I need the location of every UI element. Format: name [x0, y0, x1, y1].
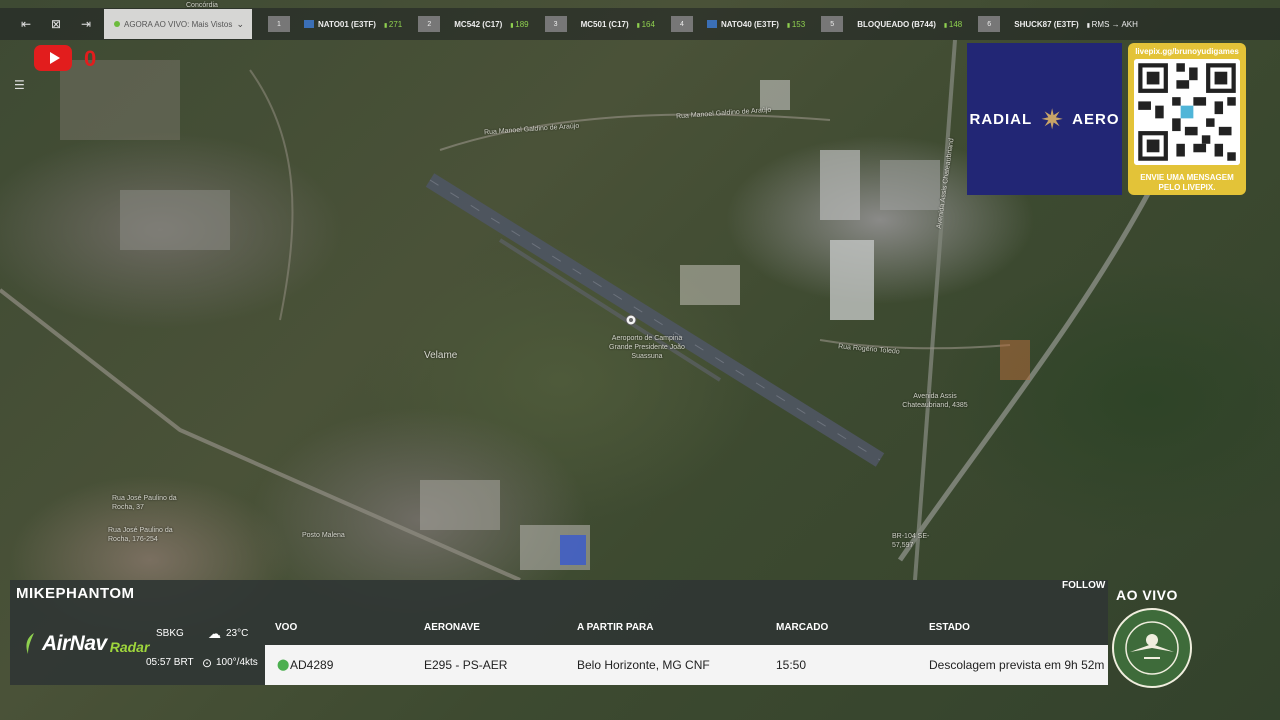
weather-cloud-icon: ☁: [208, 626, 221, 641]
chevron-down-icon: ⌄: [236, 18, 244, 29]
live-label: AO VIVO: [1116, 587, 1178, 603]
qr-code-icon: [1134, 59, 1240, 165]
channel-name: MIKEPHANTOM: [16, 585, 135, 602]
cell-aircraft: E295 - PS-AER: [424, 658, 508, 672]
next-icon[interactable]: ⇥: [72, 10, 100, 38]
qr-message: ENVIE UMA MENSAGEM PELO LIVEPIX.: [1140, 173, 1234, 192]
slot-score: 148: [944, 20, 962, 29]
slot-name: BLOQUEADO (B744): [857, 19, 936, 29]
slot-name: MC501 (C17): [580, 19, 629, 29]
livepix-qr-card[interactable]: livepix.gg/brunoyudigames ENVIE UMA MENS…: [1128, 43, 1246, 195]
cell-scheduled: 15:50: [776, 658, 807, 672]
map-label-street: Rua José Paulino da Rocha, 37: [112, 495, 177, 511]
airplane-icon: [304, 20, 314, 28]
header-aircraft: AERONAVE: [424, 622, 480, 633]
slot-name: NATO01 (E3TF): [318, 19, 376, 29]
cell-route: Belo Horizonte, MG CNF: [577, 658, 710, 672]
local-time: 05:57 BRT: [146, 657, 194, 668]
cell-flight: AD4289: [290, 658, 334, 672]
brand-main: AirNav: [42, 632, 107, 655]
live-selector[interactable]: AGORA AO VIVO: Mais Vistos ⌄: [104, 9, 252, 39]
slot-name: NATO40 (E3TF): [720, 19, 779, 29]
slot-score: 271: [384, 20, 402, 29]
leaderboard-slot[interactable]: 2 MC542 (C17) 189: [418, 16, 529, 32]
airnav-leaf-icon: [26, 633, 34, 654]
slot-route: RMS → AKH: [1087, 20, 1138, 29]
youtube-icon[interactable]: [34, 45, 72, 71]
slot-rank: 2: [418, 16, 441, 32]
top-bar: ⇤ ⊠ ⇥ AGORA AO VIVO: Mais Vistos ⌄ 1 NAT…: [0, 8, 1280, 40]
slot-name: SHUCK87 (E3TF): [1014, 19, 1079, 29]
sponsor-brand-right: AERO: [1072, 110, 1120, 128]
leaderboard-slot[interactable]: 5 BLOQUEADO (B744) 148: [821, 16, 962, 32]
leaderboard-slot[interactable]: 3 MC501 (C17) 164: [544, 16, 655, 32]
slot-rank: 4: [670, 16, 693, 32]
slot-rank: 1: [268, 16, 290, 32]
flight-info-panel: MIKEPHANTOM FOLLOW AirNav Radar SBKG 05:…: [10, 580, 1108, 685]
live-dot-icon: [114, 21, 120, 27]
youtube-counter: 0: [84, 46, 97, 71]
map-label-avenue: Avenida Assis Chateaubriand, 4385: [902, 393, 968, 409]
compass-star-icon: ✷: [1040, 102, 1064, 136]
slot-score: 153: [787, 20, 805, 29]
slot-score: 189: [510, 20, 528, 29]
sponsor-brand-left: RADIAL: [969, 110, 1033, 128]
slot-score: 164: [637, 20, 655, 29]
slot-name: MC542 (C17): [454, 19, 503, 29]
airplane-icon: [706, 20, 717, 28]
wind: 100°/4kts: [216, 657, 258, 668]
map-label-street: Rua José Paulino da Rocha, 176-254: [108, 527, 173, 543]
header-status: ESTADO: [929, 622, 970, 633]
header-flight: VOO: [275, 622, 298, 633]
follow-label: FOLLOW: [1062, 580, 1106, 591]
airplane-emblem-icon: [1125, 621, 1179, 675]
wind-icon: ⊙: [202, 656, 213, 670]
channel-badge-logo: [1112, 608, 1192, 688]
slot-rank: 5: [821, 16, 844, 32]
live-selector-label: AGORA AO VIVO: Mais Vistos: [124, 19, 233, 29]
flight-location-icon: ⬤: [277, 659, 290, 671]
list-icon[interactable]: ☰: [14, 78, 25, 92]
table-row[interactable]: ⬤ AD4289 E295 - PS-AER Belo Horizonte, M…: [265, 645, 1108, 685]
brand-sub: Radar: [109, 639, 150, 655]
table-header: VOO AERONAVE A PARTIR PARA MARCADO ESTAD…: [265, 614, 1108, 644]
temperature: 23°C: [226, 628, 249, 639]
header-route: A PARTIR PARA: [577, 622, 654, 633]
header-scheduled: MARCADO: [776, 622, 829, 633]
map-label-velame: Velame: [424, 350, 458, 361]
slot-rank: 6: [978, 16, 1001, 32]
qr-url: livepix.gg/brunoyudigames: [1135, 47, 1239, 56]
map-label-airport: Aeroporto de Campina Grande Presidente J…: [609, 335, 685, 360]
map-label-road: BR-104 SE-57,597: [892, 533, 930, 549]
airport-code: SBKG: [156, 628, 184, 639]
leaderboard-slot[interactable]: 1 NATO01 (E3TF) 271: [268, 16, 402, 32]
airnav-radar-logo: AirNav Radar: [24, 632, 149, 656]
panel-toggle-icon[interactable]: ⇤: [12, 10, 40, 38]
leaderboard-slot[interactable]: 4 NATO40 (E3TF) 153: [670, 16, 805, 32]
leaderboard-slot[interactable]: 6 SHUCK87 (E3TF) RMS → AKH: [978, 16, 1138, 32]
slot-rank: 3: [544, 16, 567, 32]
close-window-icon[interactable]: ⊠: [42, 10, 70, 38]
sponsor-logo: RADIAL ✷ AERO: [967, 43, 1122, 195]
cell-status: Descolagem prevista em 9h 52m: [929, 658, 1105, 672]
map-label-place: Posto Malena: [302, 532, 345, 539]
